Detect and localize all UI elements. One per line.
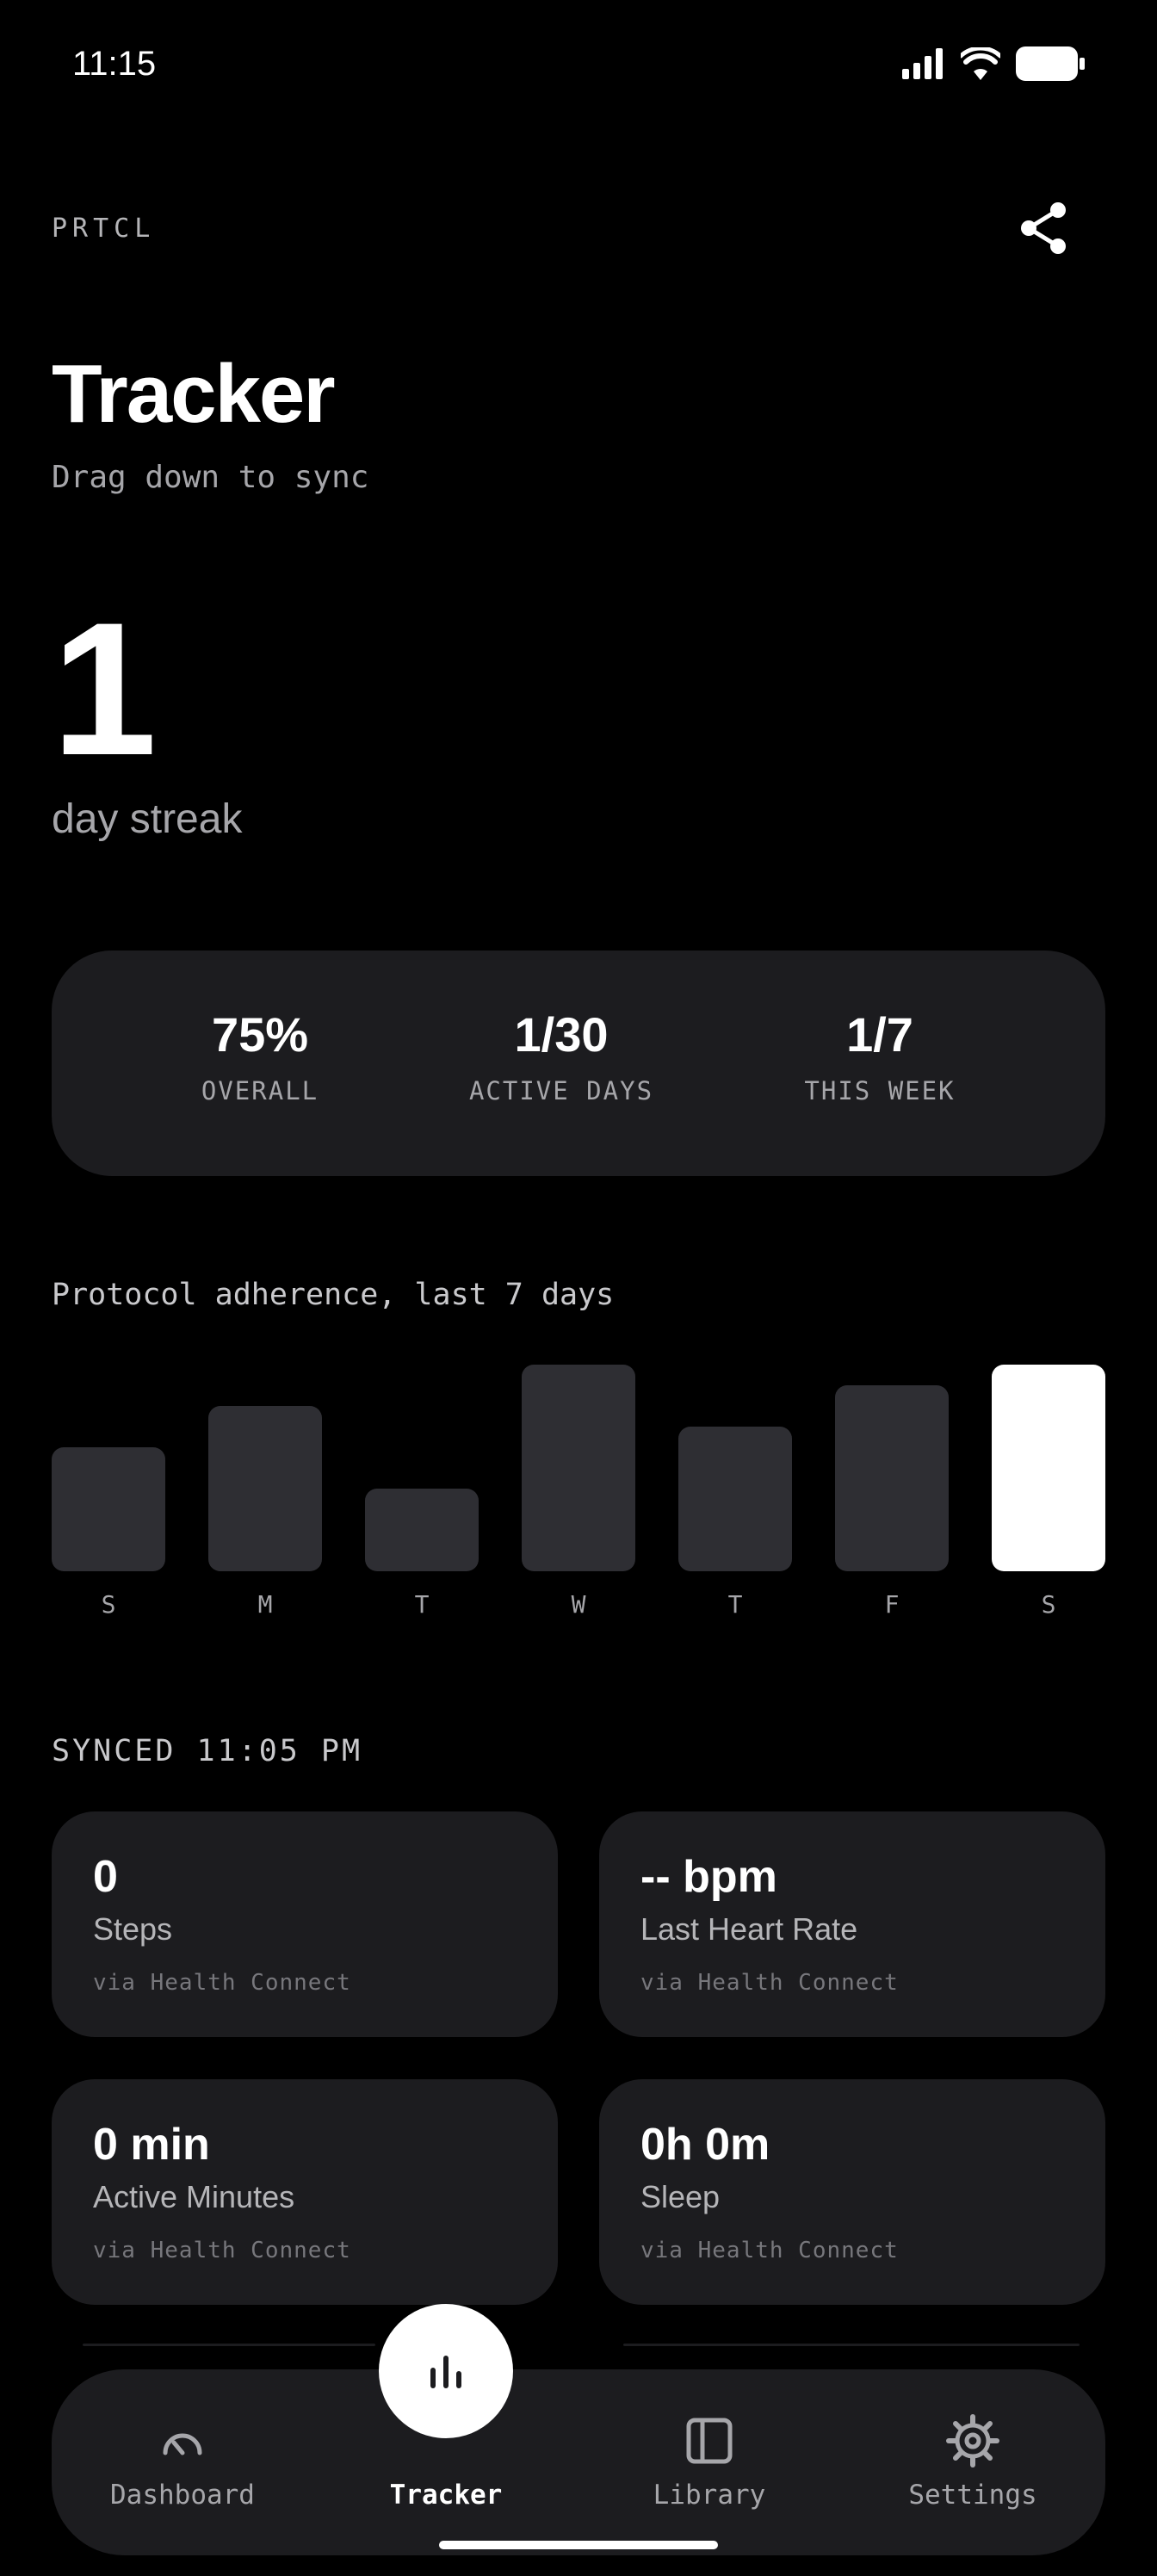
metric-card-sleep[interactable]: 0h 0m Sleep via Health Connect [599, 2079, 1105, 2305]
metric-card-steps[interactable]: 0 Steps via Health Connect [52, 1811, 558, 2037]
page-title: Tracker [52, 348, 336, 440]
card-peek-edge [623, 2344, 1080, 2346]
nav-item-library[interactable]: Library [606, 2412, 813, 2511]
gear-icon [946, 2414, 999, 2468]
chart-bar [835, 1385, 949, 1571]
stat-label: ACTIVE DAYS [468, 1076, 654, 1105]
gauge-icon [163, 2433, 202, 2455]
metric-value: 0h 0m [640, 2120, 770, 2170]
chart-day-label: S [1041, 1590, 1056, 1619]
home-indicator [439, 2541, 718, 2549]
streak-count: 1 [52, 583, 158, 795]
signal-icon [902, 48, 943, 79]
nav-item-dashboard[interactable]: Dashboard [79, 2412, 286, 2511]
battery-icon [1016, 46, 1085, 81]
metric-label: Sleep [640, 2179, 721, 2214]
bottom-nav: Dashboard Tracker Library Settings [52, 2369, 1105, 2555]
stat-value: 1/7 [846, 1007, 913, 1062]
metric-card-active-minutes[interactable]: 0 min Active Minutes via Health Connect [52, 2079, 558, 2305]
nav-label: Dashboard [110, 2480, 255, 2511]
sync-hint: Drag down to sync [52, 460, 369, 495]
sync-status: SYNCED 11:05 PM [52, 1734, 363, 1768]
streak-label: day streak [52, 796, 243, 842]
metric-value: -- bpm [640, 1852, 777, 1902]
metric-source: via Health Connect [93, 2238, 351, 2263]
chart-day-label: T [414, 1590, 430, 1619]
metric-source: via Health Connect [640, 2238, 899, 2263]
chart-bar [992, 1365, 1105, 1571]
nav-label: Tracker [389, 2480, 503, 2511]
nav-label: Library [653, 2480, 766, 2511]
status-icons [902, 46, 1085, 81]
nav-item-settings[interactable]: Settings [869, 2412, 1076, 2511]
stat-this-week: 1/7 THIS WEEK [751, 1007, 1009, 1106]
metric-value: 0 [93, 1852, 118, 1902]
stat-value: 75% [211, 1007, 309, 1062]
chart-day-label: T [727, 1590, 743, 1619]
chart-bar [522, 1365, 635, 1571]
chart-title: Protocol adherence, last 7 days [52, 1278, 615, 1312]
metric-label: Last Heart Rate [640, 1911, 858, 1947]
stat-label: OVERALL [201, 1076, 319, 1105]
metric-source: via Health Connect [640, 1970, 899, 1996]
card-peek-edge [83, 2344, 375, 2346]
book-icon [686, 2418, 733, 2464]
metric-card-heart-rate[interactable]: -- bpm Last Heart Rate via Health Connec… [599, 1811, 1105, 2037]
metric-label: Active Minutes [93, 2179, 295, 2214]
chart-bar [678, 1427, 792, 1571]
brand-logo-text: PRTCL [52, 214, 156, 244]
status-time: 11:15 [72, 45, 157, 83]
share-button[interactable] [1016, 200, 1073, 257]
tracker-fab-button[interactable] [379, 2304, 513, 2438]
status-bar: 11:15 [0, 0, 1157, 138]
metric-value: 0 min [93, 2120, 210, 2170]
chart-bar [208, 1406, 322, 1571]
metric-source: via Health Connect [93, 1970, 351, 1996]
stat-active-days: 1/30 ACTIVE DAYS [432, 1007, 690, 1106]
chart-bar [365, 1489, 479, 1571]
chart-day-label: F [884, 1590, 900, 1619]
chart-bar [52, 1447, 165, 1571]
stats-card: 75% OVERALL 1/30 ACTIVE DAYS 1/7 THIS WE… [52, 951, 1105, 1176]
chart-day-label: S [101, 1590, 116, 1619]
chart-day-label: M [257, 1590, 273, 1619]
wifi-icon [961, 47, 1000, 80]
stat-value: 1/30 [514, 1007, 609, 1062]
share-icon [1021, 202, 1066, 254]
stat-label: THIS WEEK [804, 1076, 956, 1105]
bar-chart-icon [430, 2356, 461, 2388]
nav-label: Settings [908, 2480, 1037, 2511]
adherence-chart: SMTWTFS [52, 1360, 1105, 1644]
chart-day-label: W [571, 1590, 586, 1619]
metric-label: Steps [93, 1911, 173, 1947]
stat-overall: 75% OVERALL [131, 1007, 389, 1106]
